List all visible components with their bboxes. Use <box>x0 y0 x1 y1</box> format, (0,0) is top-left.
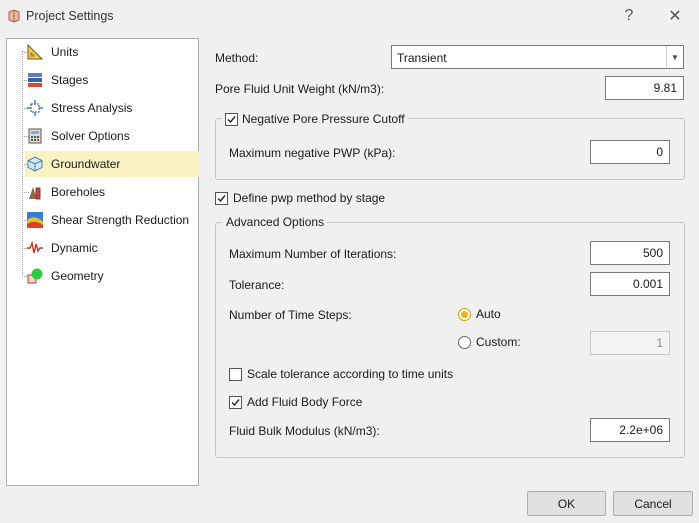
chevron-down-icon: ▼ <box>666 46 683 68</box>
scale-tolerance-label: Scale tolerance according to time units <box>247 367 454 381</box>
max-neg-pwp-label: Maximum negative PWP (kPa): <box>229 146 396 160</box>
sidebar-item-label: Stages <box>51 73 89 87</box>
sidebar-item-label: Groundwater <box>51 157 121 171</box>
geometry-icon <box>27 268 43 284</box>
scale-tolerance-checkbox[interactable] <box>229 367 242 381</box>
sidebar-item-shear-strength-reduction[interactable]: Shear Strength Reduction <box>7 207 198 233</box>
check-icon <box>231 398 240 406</box>
method-value: Transient <box>397 51 447 65</box>
bulk-modulus-input[interactable]: 2.2e+06 <box>590 418 670 442</box>
sidebar-item-label: Geometry <box>51 269 104 283</box>
custom-label: Custom: <box>476 335 521 349</box>
advanced-options-legend: Advanced Options <box>223 215 328 229</box>
method-label: Method: <box>215 51 259 65</box>
close-button[interactable]: ✕ <box>662 4 688 28</box>
app-icon <box>8 9 20 23</box>
auto-radio-row: Auto <box>458 307 501 321</box>
auto-label: Auto <box>476 307 501 321</box>
unit-weight-label: Pore Fluid Unit Weight (kN/m3): <box>215 82 385 96</box>
stages-icon <box>28 73 42 87</box>
solver-options-icon <box>28 128 42 144</box>
define-by-stage-checkbox[interactable] <box>215 191 228 205</box>
custom-steps-input[interactable]: 1 <box>590 331 670 355</box>
sidebar-item-label: Units <box>51 45 79 59</box>
groundwater-icon <box>27 156 43 172</box>
negative-cutoff-legend: Negative Pore Pressure Cutoff <box>222 111 408 127</box>
define-by-stage-row: Define pwp method by stage <box>215 191 385 205</box>
negative-cutoff-checkbox[interactable] <box>225 112 238 126</box>
sidebar-item-boreholes[interactable]: Boreholes <box>7 179 198 205</box>
body-force-label: Add Fluid Body Force <box>247 395 363 409</box>
max-iterations-label: Maximum Number of Iterations: <box>229 247 397 261</box>
sidebar-item-units[interactable]: Units <box>7 39 198 65</box>
tolerance-input[interactable]: 0.001 <box>590 272 670 296</box>
sidebar-item-dynamic[interactable]: Dynamic <box>7 235 198 261</box>
tolerance-label: Tolerance: <box>229 278 285 292</box>
check-icon <box>227 115 236 123</box>
boreholes-icon <box>29 187 41 200</box>
sidebar-item-groundwater[interactable]: Groundwater <box>7 151 199 177</box>
sidebar-item-label: Stress Analysis <box>51 101 133 115</box>
negative-cutoff-label: Negative Pore Pressure Cutoff <box>242 112 405 126</box>
sidebar-item-label: Boreholes <box>51 185 106 199</box>
method-select[interactable]: Transient ▼ <box>391 45 684 69</box>
sidebar-item-geometry[interactable]: Geometry <box>7 263 198 289</box>
ok-button[interactable]: OK <box>527 491 606 516</box>
shear-strength-icon <box>27 212 43 228</box>
settings-nav-tree: Units Stages Stress Analysis Solver Opti… <box>6 38 199 486</box>
sidebar-item-solver-options[interactable]: Solver Options <box>7 123 198 149</box>
custom-radio[interactable] <box>458 335 471 349</box>
sidebar-item-label: Dynamic <box>51 241 98 255</box>
max-neg-pwp-input[interactable]: 0 <box>590 140 670 164</box>
help-button[interactable]: ? <box>616 4 642 28</box>
define-by-stage-label: Define pwp method by stage <box>233 191 386 205</box>
sidebar-item-stress-analysis[interactable]: Stress Analysis <box>7 95 198 121</box>
bulk-modulus-label: Fluid Bulk Modulus (kN/m3): <box>229 424 380 438</box>
max-iterations-input[interactable]: 500 <box>590 241 670 265</box>
sidebar-item-label: Shear Strength Reduction <box>51 213 190 227</box>
time-steps-label: Number of Time Steps: <box>229 308 352 322</box>
window-title: Project Settings <box>26 9 114 23</box>
cancel-button[interactable]: Cancel <box>613 491 693 516</box>
check-icon <box>217 194 226 202</box>
units-icon <box>27 44 43 60</box>
body-force-row: Add Fluid Body Force <box>229 395 362 409</box>
sidebar-item-label: Solver Options <box>51 129 130 143</box>
dynamic-icon <box>27 240 43 254</box>
auto-radio[interactable] <box>458 307 471 321</box>
sidebar-item-stages[interactable]: Stages <box>7 67 198 93</box>
stress-analysis-icon <box>27 100 43 116</box>
unit-weight-input[interactable]: 9.81 <box>605 76 684 100</box>
scale-tolerance-row: Scale tolerance according to time units <box>229 367 453 381</box>
custom-radio-row: Custom: <box>458 335 521 349</box>
body-force-checkbox[interactable] <box>229 395 242 409</box>
